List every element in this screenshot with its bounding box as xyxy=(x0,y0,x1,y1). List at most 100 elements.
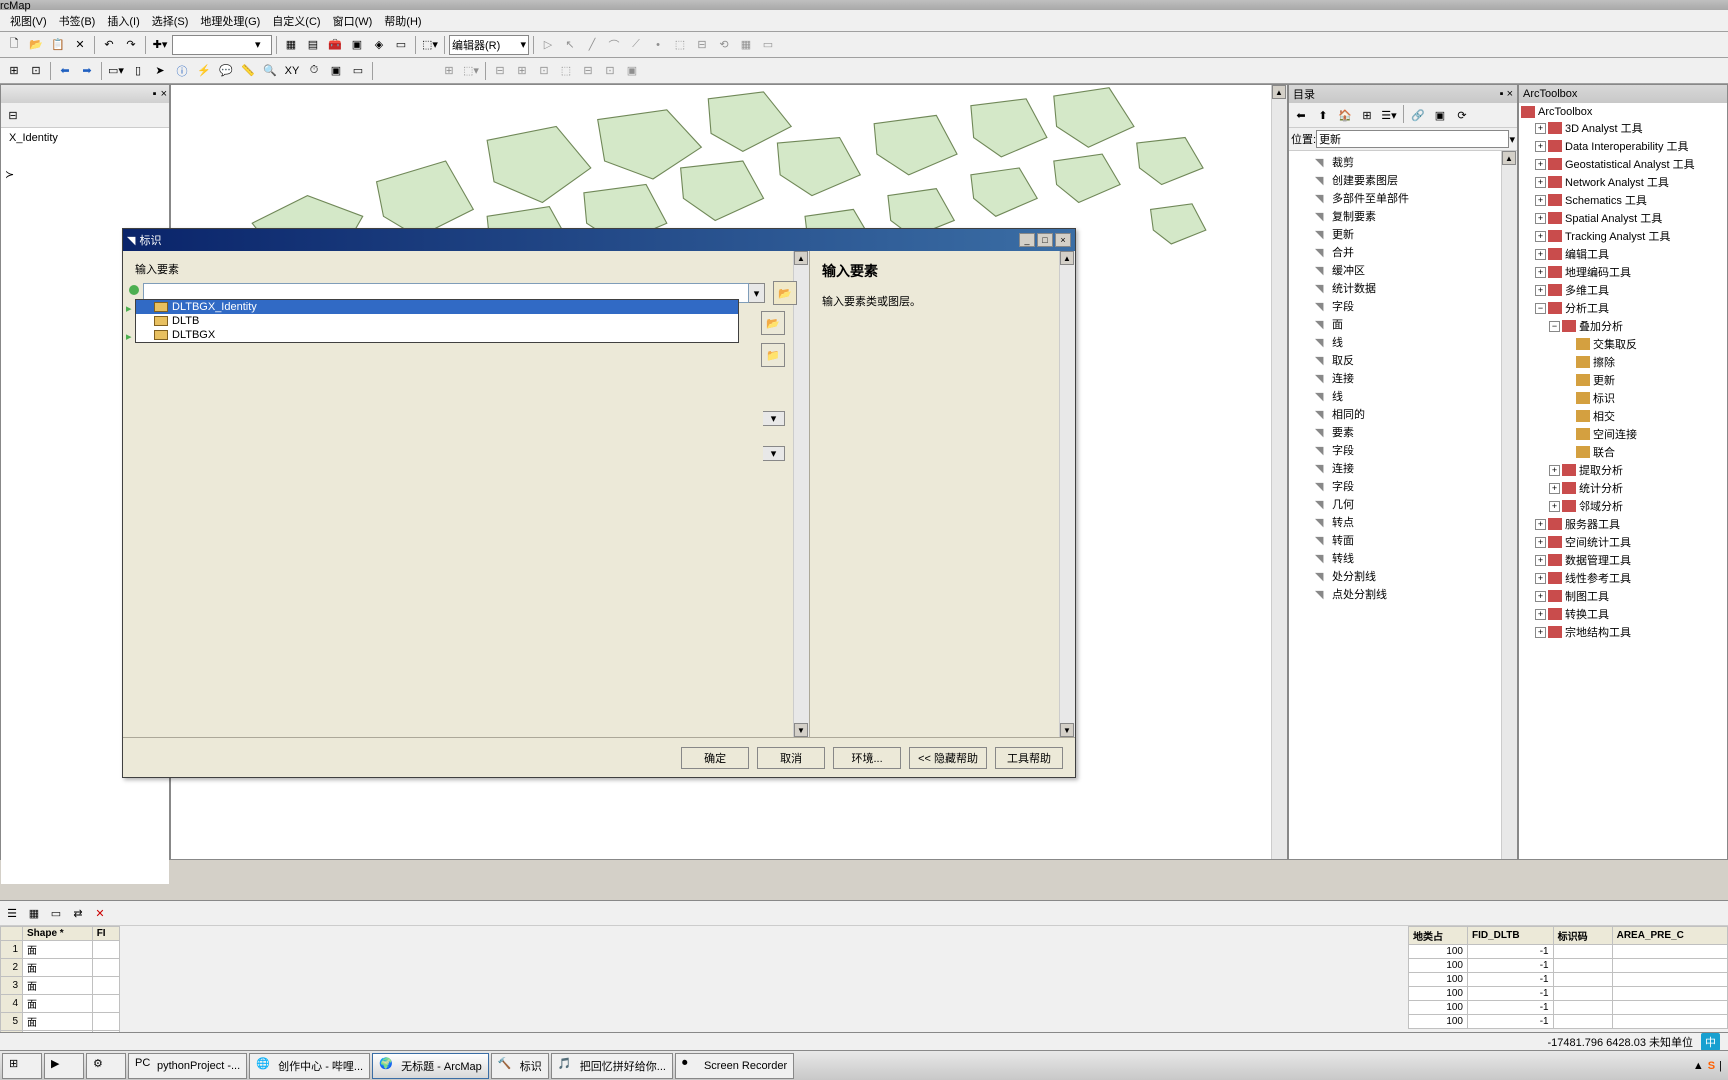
point-icon[interactable]: • xyxy=(648,35,668,55)
catalog-tree-item[interactable]: ◥转线 xyxy=(1291,549,1515,567)
cat-home-icon[interactable]: 🏠 xyxy=(1335,105,1355,125)
dropdown-item-2[interactable]: ▸DLTBGX xyxy=(136,328,738,342)
add-row-icon[interactable]: 📂 xyxy=(761,311,785,335)
dialog-close-icon[interactable]: × xyxy=(1055,233,1071,247)
catalog-tree-item[interactable]: ◥转点 xyxy=(1291,513,1515,531)
attr-select-icon[interactable]: ▭ xyxy=(46,903,66,923)
menu-insert[interactable]: 插入(I) xyxy=(101,11,145,31)
dlg-scroll-down-icon[interactable]: ▼ xyxy=(794,723,808,737)
catalog-tree-item[interactable]: ◥转面 xyxy=(1291,531,1515,549)
split-icon[interactable]: ⊟ xyxy=(692,35,712,55)
expand-icon[interactable]: + xyxy=(1535,123,1546,134)
cat-list-icon[interactable]: ☰▾ xyxy=(1379,105,1399,125)
table-row[interactable]: 5面 xyxy=(1,1013,120,1031)
status-ime-icon[interactable]: 中 xyxy=(1701,1033,1720,1051)
clear-selection-icon[interactable]: ▯ xyxy=(128,61,148,81)
catalog-tree-item[interactable]: ◥线 xyxy=(1291,387,1515,405)
catalog-tree-item[interactable]: ◥复制要素 xyxy=(1291,207,1515,225)
cat-scroll-up-icon[interactable]: ▲ xyxy=(1502,151,1516,165)
toolbox-item[interactable]: +服务器工具 xyxy=(1521,515,1725,533)
measure-icon[interactable]: 📏 xyxy=(238,61,258,81)
expand-icon[interactable]: + xyxy=(1535,249,1546,260)
toolbox-tree[interactable]: ArcToolbox +3D Analyst 工具+Data Interoper… xyxy=(1519,103,1727,859)
topo1-icon[interactable]: ⊟ xyxy=(490,61,510,81)
toolbox-item[interactable]: +Tracking Analyst 工具 xyxy=(1521,227,1725,245)
table-row[interactable]: 100-1 xyxy=(1409,959,1728,973)
cat-connect-icon[interactable]: 🔗 xyxy=(1408,105,1428,125)
attribute-table-left[interactable]: Shape *FI 1面2面3面4面5面6面 xyxy=(0,926,120,1049)
taskbar-item[interactable]: ⚙ xyxy=(86,1053,126,1079)
toolbox-item[interactable]: +3D Analyst 工具 xyxy=(1521,119,1725,137)
toolbox-item[interactable]: +Schematics 工具 xyxy=(1521,191,1725,209)
env-button[interactable]: 环境... xyxy=(833,747,901,769)
edit-arrow-icon[interactable]: ↖ xyxy=(560,35,580,55)
dlg-scroll-up-icon[interactable]: ▲ xyxy=(794,251,808,265)
toc-close-icon[interactable]: × xyxy=(161,88,167,100)
expand-icon[interactable]: + xyxy=(1549,465,1560,476)
toolbox-item[interactable]: +提取分析 xyxy=(1521,461,1725,479)
expand-icon[interactable]: + xyxy=(1535,537,1546,548)
catalog-close-icon[interactable]: × xyxy=(1507,88,1513,100)
expand-icon[interactable]: − xyxy=(1535,303,1546,314)
catalog-location-input[interactable] xyxy=(1316,130,1509,148)
table-row[interactable]: 2面 xyxy=(1,959,120,977)
editor-toolbar-icon[interactable]: ▦ xyxy=(281,35,301,55)
catalog-tree-item[interactable]: ◥连接 xyxy=(1291,369,1515,387)
catalog-tree-item[interactable]: ◥处分割线 xyxy=(1291,567,1515,585)
menu-geoprocessing[interactable]: 地理处理(G) xyxy=(194,11,266,31)
catalog-tree-item[interactable]: ◥点处分割线 xyxy=(1291,585,1515,603)
expand-icon[interactable]: + xyxy=(1535,177,1546,188)
toc-sublayer[interactable]: ≻ xyxy=(5,168,165,181)
expand-icon[interactable]: + xyxy=(1535,555,1546,566)
fixed-zoom-icon[interactable]: ⊡ xyxy=(26,61,46,81)
ok-button[interactable]: 确定 xyxy=(681,747,749,769)
cancel-button[interactable]: 取消 xyxy=(757,747,825,769)
catalog-tree-item[interactable]: ◥字段 xyxy=(1291,297,1515,315)
toolbox-item[interactable]: +宗地结构工具 xyxy=(1521,623,1725,641)
cat-back-icon[interactable]: ⬅ xyxy=(1291,105,1311,125)
menu-window[interactable]: 窗口(W) xyxy=(327,11,379,31)
copy-icon[interactable]: 📋 xyxy=(48,35,68,55)
topo3-icon[interactable]: ⊡ xyxy=(534,61,554,81)
toolbox-item[interactable]: 空间连接 xyxy=(1521,425,1725,443)
toolbox-item[interactable]: +Spatial Analyst 工具 xyxy=(1521,209,1725,227)
dropdown-item-0[interactable]: ▸DLTBGX_Identity xyxy=(136,300,738,314)
table-row[interactable]: 100-1 xyxy=(1409,973,1728,987)
catalog-tree-item[interactable]: ◥取反 xyxy=(1291,351,1515,369)
catalog-tree-item[interactable]: ◥缓冲区 xyxy=(1291,261,1515,279)
toolbox-item[interactable]: +制图工具 xyxy=(1521,587,1725,605)
toolbox-item[interactable]: +线性参考工具 xyxy=(1521,569,1725,587)
attr-menu-icon[interactable]: ☰ xyxy=(2,903,22,923)
attr-switch-icon[interactable]: ⇄ xyxy=(68,903,88,923)
viewer-icon[interactable]: ▣ xyxy=(326,61,346,81)
scale-combo[interactable]: ▾ xyxy=(172,35,272,55)
menu-help[interactable]: 帮助(H) xyxy=(378,11,427,31)
attr-icon[interactable]: ▦ xyxy=(736,35,756,55)
help-scroll-down-icon[interactable]: ▼ xyxy=(1060,723,1074,737)
catalog-tree-item[interactable]: ◥连接 xyxy=(1291,459,1515,477)
time-slider-icon[interactable]: ⏱ xyxy=(304,61,324,81)
catalog-tree-item[interactable]: ◥线 xyxy=(1291,333,1515,351)
python-icon[interactable]: ▣ xyxy=(347,35,367,55)
attr-related-icon[interactable]: ▦ xyxy=(24,903,44,923)
toolbox-item[interactable]: +Data Interoperability 工具 xyxy=(1521,137,1725,155)
expand-icon[interactable]: + xyxy=(1535,573,1546,584)
table-row[interactable]: 100-1 xyxy=(1409,945,1728,959)
html-popup-icon[interactable]: 💬 xyxy=(216,61,236,81)
table-row[interactable]: 4面 xyxy=(1,995,120,1013)
help-scroll-up-icon[interactable]: ▲ xyxy=(1060,251,1074,265)
catalog-tree-item[interactable]: ◥更新 xyxy=(1291,225,1515,243)
catalog-tree-item[interactable]: ◥相同的 xyxy=(1291,405,1515,423)
menu-bookmarks[interactable]: 书签(B) xyxy=(53,11,102,31)
menu-customize[interactable]: 自定义(C) xyxy=(266,11,326,31)
topo2-icon[interactable]: ⊞ xyxy=(512,61,532,81)
hyperlink-icon[interactable]: ⚡ xyxy=(194,61,214,81)
taskbar-item[interactable]: ⏺Screen Recorder xyxy=(675,1053,794,1079)
cat-refresh-icon[interactable]: ⟳ xyxy=(1452,105,1472,125)
catalog-tree-item[interactable]: ◥面 xyxy=(1291,315,1515,333)
georef2-icon[interactable]: ⬚▾ xyxy=(461,61,481,81)
delete-icon[interactable]: ✕ xyxy=(70,35,90,55)
catalog-tree-item[interactable]: ◥几何 xyxy=(1291,495,1515,513)
toolbox-item[interactable]: −分析工具 xyxy=(1521,299,1725,317)
toolbox-item[interactable]: +Geostatistical Analyst 工具 xyxy=(1521,155,1725,173)
